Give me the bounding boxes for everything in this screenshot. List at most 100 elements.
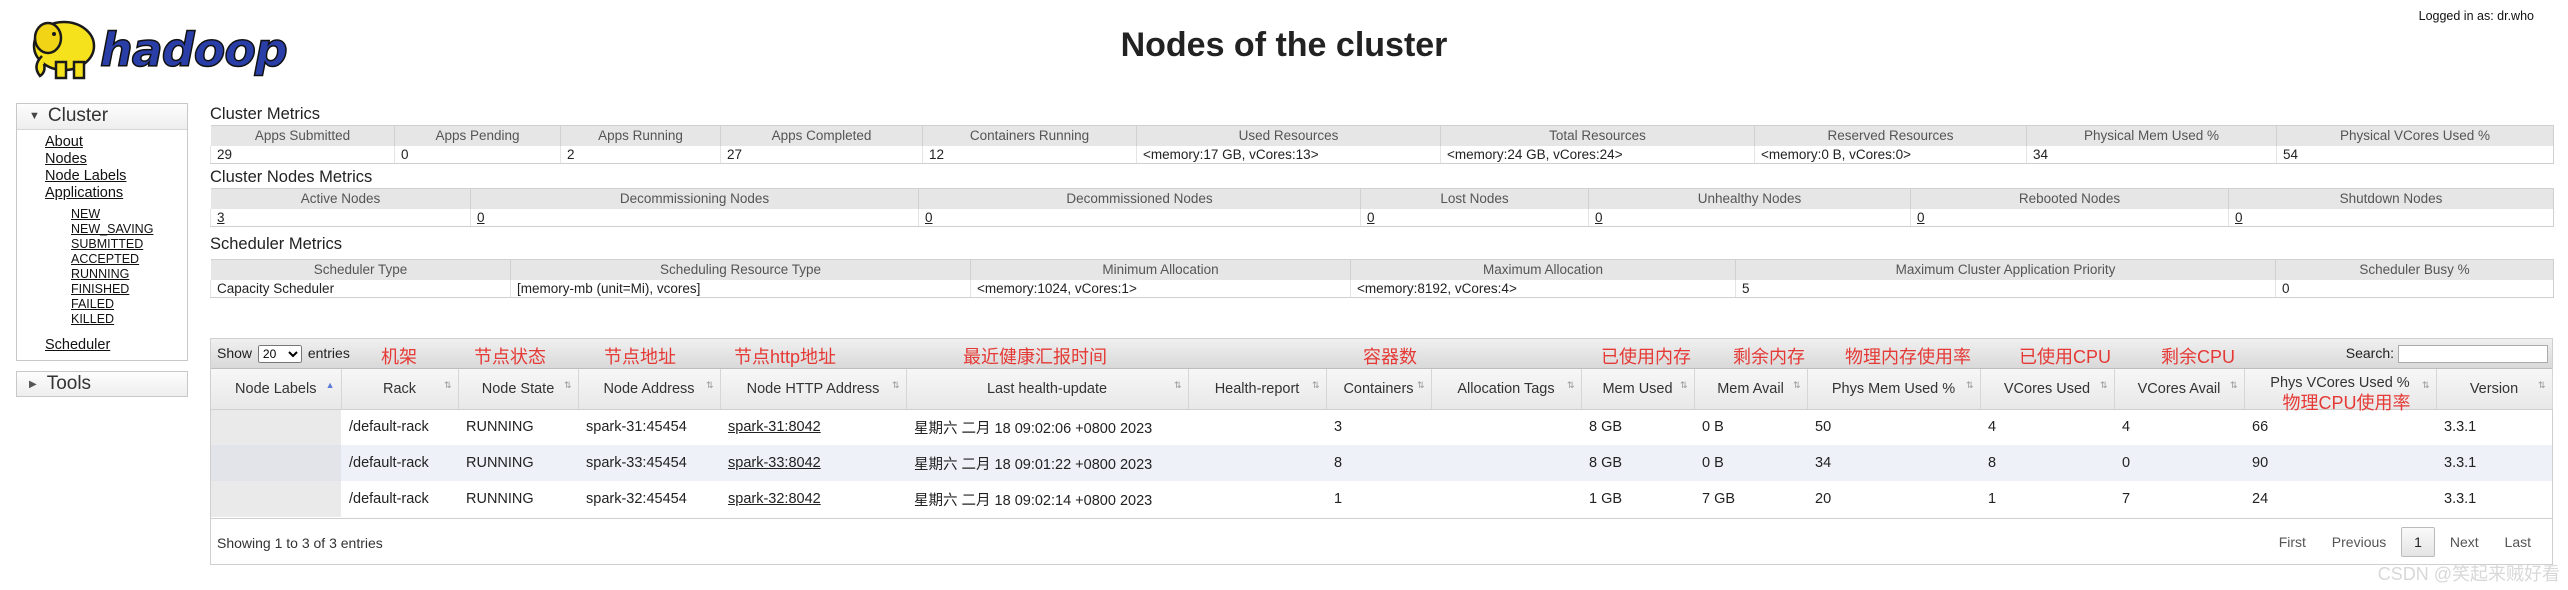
search-control: Search: — [2346, 345, 2548, 364]
metric-value: 27 — [720, 145, 923, 164]
metric-value-cell: 3 — [210, 208, 471, 227]
metric-header: Scheduler Busy % — [2275, 259, 2554, 280]
cell-health-report — [1188, 445, 1326, 481]
nav-link-scheduler[interactable]: Scheduler — [45, 337, 187, 354]
nav-link-state-finished[interactable]: FINISHED — [71, 282, 187, 297]
cell-allocation-tags — [1431, 481, 1581, 517]
col-header-label: Health-report — [1214, 380, 1300, 397]
node-http-link[interactable]: spark-33:8042 — [728, 455, 821, 471]
sort-icon: ⇅ — [2537, 380, 2546, 390]
col-header-vcores-avail[interactable]: VCores Avail ⇅ — [2114, 369, 2245, 410]
nav-link-state-killed[interactable]: KILLED — [71, 312, 187, 327]
page-title: Nodes of the cluster — [1120, 26, 1448, 64]
col-header-label: Version — [2469, 380, 2519, 397]
cluster-nav-header[interactable]: ▼ Cluster — [17, 104, 187, 130]
metric-value: 54 — [2276, 145, 2554, 164]
cell-health-report — [1188, 409, 1326, 445]
nav-link-state-new[interactable]: NEW — [71, 207, 187, 222]
col-header-last-health-update[interactable]: Last health-update ⇅ — [906, 369, 1189, 410]
sort-icon: ⇅ — [2229, 380, 2238, 390]
col-header-phys-vcores-used[interactable]: Phys VCores Used % ⇅ 物理CPU使用率 — [2244, 369, 2437, 413]
col-header-label: VCores Avail — [2137, 380, 2221, 397]
col-header-label: Rack — [382, 380, 417, 397]
col-header-vcores-used[interactable]: VCores Used ⇅ — [1980, 369, 2115, 410]
col-header-mem-avail[interactable]: Mem Avail ⇅ — [1694, 369, 1808, 410]
table-footer: Showing 1 to 3 of 3 entries First Previo… — [211, 518, 2552, 564]
col-header-label: Node State — [481, 380, 555, 397]
nodes-table-wrapper: Show 20 entries 机架 节点状态 节点地址 节点http地址 最近… — [210, 338, 2553, 565]
cell-health-report — [1188, 481, 1326, 517]
nav-link-state-accepted[interactable]: ACCEPTED — [71, 252, 187, 267]
col-header-node-http-address[interactable]: Node HTTP Address ⇅ — [720, 369, 907, 410]
metric-value: Capacity Scheduler — [210, 279, 511, 298]
rebooted-nodes-link[interactable]: 0 — [1917, 210, 1925, 225]
sort-asc-icon: ▲ — [325, 380, 335, 390]
cell-mem-used: 8 GB — [1581, 445, 1694, 481]
nav-link-state-failed[interactable]: FAILED — [71, 297, 187, 312]
cell-mem-avail: 0 B — [1694, 409, 1807, 445]
pagination-previous[interactable]: Previous — [2321, 528, 2397, 558]
annotation-vcores-avail: 剩余CPU — [2161, 347, 2236, 367]
col-header-allocation-tags[interactable]: Allocation Tags ⇅ — [1431, 369, 1582, 410]
col-header-node-state[interactable]: Node State ⇅ — [458, 369, 579, 410]
col-header-node-address[interactable]: Node Address ⇅ — [578, 369, 721, 410]
cell-mem-avail: 0 B — [1694, 445, 1807, 481]
cell-containers: 8 — [1326, 445, 1431, 481]
cell-node-labels — [211, 409, 341, 445]
decommissioning-nodes-link[interactable]: 0 — [477, 210, 485, 225]
entries-select[interactable]: 20 — [257, 345, 302, 363]
active-nodes-link[interactable]: 3 — [217, 210, 225, 225]
metric-header: Apps Submitted — [210, 125, 395, 146]
annotation-health-update: 最近健康汇报时间 — [963, 347, 1107, 367]
col-header-phys-mem-used[interactable]: Phys Mem Used % ⇅ — [1807, 369, 1981, 410]
metric-value: [memory-mb (unit=Mi), vcores] — [510, 279, 971, 298]
metric-header: Apps Running — [560, 125, 721, 146]
nav-link-applications[interactable]: Applications — [45, 185, 187, 202]
metric-header: Scheduling Resource Type — [510, 259, 971, 280]
lost-nodes-link[interactable]: 0 — [1367, 210, 1375, 225]
nav-link-nodes[interactable]: Nodes — [45, 151, 187, 168]
col-header-node-labels[interactable]: Node Labels ▲ — [211, 369, 342, 410]
pagination-last[interactable]: Last — [2494, 528, 2542, 558]
nav-link-state-new-saving[interactable]: NEW_SAVING — [71, 222, 187, 237]
annotation-mem-avail: 剩余内存 — [1733, 347, 1805, 367]
col-header-version[interactable]: Version ⇅ — [2436, 369, 2553, 410]
annotation-phys-cpu: 物理CPU使用率 — [2282, 393, 2411, 413]
metric-value: <memory:1024, vCores:1> — [970, 279, 1351, 298]
sort-icon: ⇅ — [1416, 380, 1425, 390]
cell-node-http-address: spark-31:8042 — [720, 409, 906, 445]
metric-header: Active Nodes — [210, 188, 471, 209]
sort-icon: ⇅ — [2099, 380, 2108, 390]
pagination-first[interactable]: First — [2268, 528, 2317, 558]
col-header-rack[interactable]: Rack ⇅ — [341, 369, 459, 410]
cell-phys-mem-used: 50 — [1807, 409, 1980, 445]
cell-vcores-avail: 4 — [2114, 409, 2244, 445]
shutdown-nodes-link[interactable]: 0 — [2235, 210, 2243, 225]
nav-link-node-labels[interactable]: Node Labels — [45, 168, 187, 185]
table-info: Showing 1 to 3 of 3 entries — [217, 535, 383, 551]
pagination-next[interactable]: Next — [2439, 528, 2490, 558]
nav-link-state-running[interactable]: RUNNING — [71, 267, 187, 282]
search-input[interactable] — [2398, 345, 2548, 364]
col-header-containers[interactable]: Containers ⇅ — [1326, 369, 1432, 410]
col-header-mem-used[interactable]: Mem Used ⇅ — [1581, 369, 1695, 410]
nav-link-about[interactable]: About — [45, 134, 187, 151]
unhealthy-nodes-link[interactable]: 0 — [1595, 210, 1603, 225]
decommissioned-nodes-link[interactable]: 0 — [925, 210, 933, 225]
col-header-label: Mem Used — [1602, 380, 1673, 397]
cell-containers: 3 — [1326, 409, 1431, 445]
sort-icon: ⇅ — [1965, 380, 1974, 390]
col-header-health-report[interactable]: Health-report ⇅ — [1188, 369, 1327, 410]
scheduler-metrics-title: Scheduler Metrics — [210, 235, 343, 253]
node-http-link[interactable]: spark-31:8042 — [728, 419, 821, 435]
metric-header: Lost Nodes — [1360, 188, 1589, 209]
cell-phys-mem-used: 20 — [1807, 481, 1980, 517]
nav-link-state-submitted[interactable]: SUBMITTED — [71, 237, 187, 252]
sort-icon: ⇅ — [1173, 380, 1182, 390]
tools-nav-header[interactable]: ▶ Tools — [16, 371, 188, 397]
pagination-page-1[interactable]: 1 — [2401, 527, 2435, 557]
sort-icon: ⇅ — [443, 380, 452, 390]
node-http-link[interactable]: spark-32:8042 — [728, 491, 821, 507]
node-metrics-header-row: Active Nodes Decommissioning Nodes Decom… — [210, 188, 2554, 209]
metric-value: 12 — [922, 145, 1137, 164]
